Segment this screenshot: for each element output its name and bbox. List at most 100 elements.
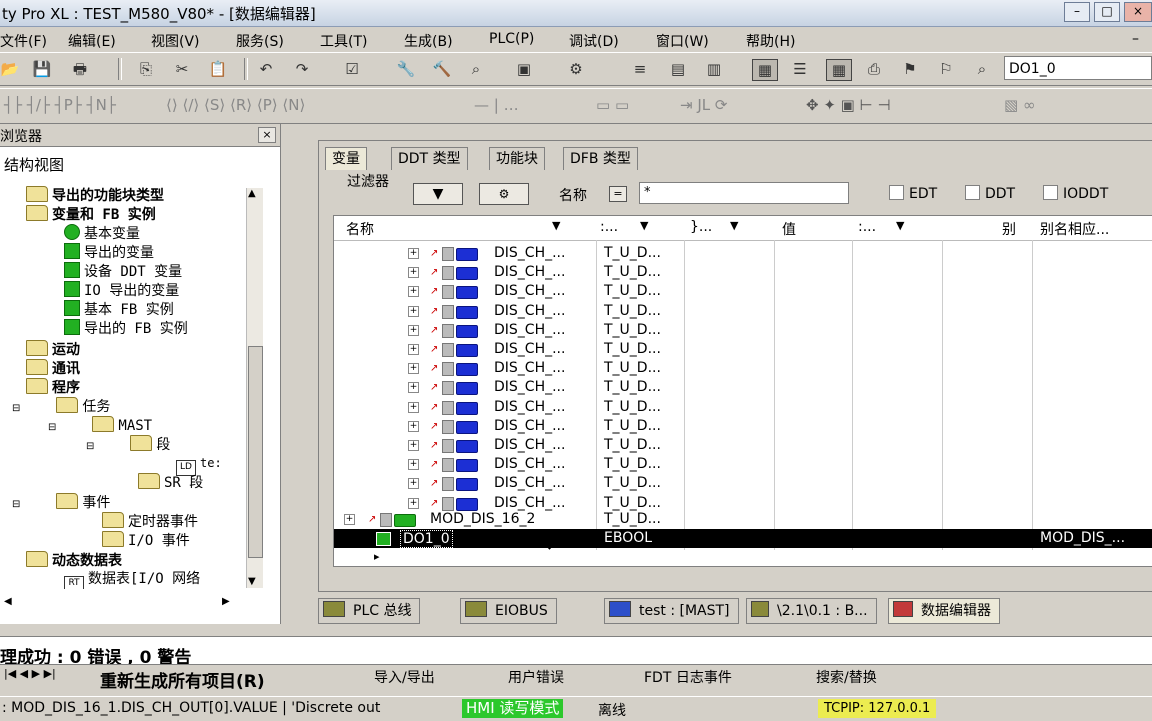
ddt-checkbox[interactable]: DDT xyxy=(965,185,1015,202)
tab-dfb-types[interactable]: DFB 类型 xyxy=(563,147,638,170)
copy-icon[interactable]: ⎘ xyxy=(136,59,156,79)
col-value[interactable]: 值 xyxy=(782,219,796,239)
list-icon[interactable]: ☰ xyxy=(790,59,810,79)
collapse-icon[interactable]: ⊟ xyxy=(86,441,94,452)
scroll-down-icon[interactable]: ▼ xyxy=(248,576,256,587)
mode-icons[interactable]: ✥ ✦ ▣ ⊢ ⊣ xyxy=(806,95,986,115)
col-alias[interactable]: 别 xyxy=(1002,219,1016,239)
search-tool-icon[interactable]: ⌕ xyxy=(466,59,486,79)
menu-debug[interactable]: 调试(D) xyxy=(569,31,619,51)
data-editor-icon[interactable]: ▦ xyxy=(752,59,778,81)
col-name[interactable]: 名称 xyxy=(346,219,374,239)
stack-icon[interactable]: ≡ xyxy=(630,59,650,79)
filter-funnel-button[interactable]: ▼ xyxy=(413,183,463,205)
table-row[interactable]: + ↗ DIS_CH_... T_U_D... xyxy=(334,417,1152,436)
table-row[interactable]: + ↗ DIS_CH_... T_U_D... xyxy=(334,282,1152,301)
open-icon[interactable]: 📂 xyxy=(0,59,20,79)
menu-file[interactable]: 文件(F) xyxy=(0,31,47,51)
tab-module[interactable]: \2.1\0.1 : B... xyxy=(746,598,877,624)
ioddt-checkbox[interactable]: IODDT xyxy=(1043,185,1108,202)
misc-icons[interactable]: ▧ ∞ xyxy=(1004,95,1068,115)
find-icon[interactable]: ⌕ xyxy=(972,59,992,79)
table-row[interactable]: + ↗ DIS_CH_... T_U_D... xyxy=(334,340,1152,359)
tree-item[interactable]: ⊟ 任务 xyxy=(12,397,110,416)
menu-window[interactable]: 窗口(W) xyxy=(656,31,709,51)
print-icon[interactable]: 🖶 xyxy=(70,59,90,79)
col-alias-of[interactable]: 别名相应... xyxy=(1040,219,1109,239)
tab-eiobus[interactable]: EIOBUS xyxy=(460,598,557,624)
plc-icon[interactable]: ⚙ xyxy=(566,59,586,79)
table-row[interactable]: + ↗ DIS_CH_... T_U_D... xyxy=(334,263,1152,282)
scroll-right-icon[interactable]: ▶ xyxy=(222,596,230,607)
filter-options-button[interactable]: ⚙ xyxy=(479,183,529,205)
tab-data-editor[interactable]: 数据编辑器 xyxy=(888,598,1000,624)
expand-icon[interactable]: + xyxy=(408,248,419,259)
name-filter-input[interactable]: * xyxy=(639,182,849,204)
maximize-button[interactable]: □ xyxy=(1094,2,1120,22)
contact-icons[interactable]: ┤├ ┤/├ ┤P├ ┤N├ xyxy=(4,95,144,115)
save-icon[interactable]: 💾 xyxy=(32,59,52,79)
col-comment[interactable]: :... xyxy=(858,219,876,235)
menu-help[interactable]: 帮助(H) xyxy=(746,31,795,51)
scroll-left-icon[interactable]: ◀ xyxy=(4,596,12,607)
tab-plc-bus[interactable]: PLC 总线 xyxy=(318,598,421,624)
expand-icon[interactable]: + xyxy=(408,324,419,336)
tree-item[interactable]: RT 数据表[I/O 网络 xyxy=(64,570,244,589)
table-row[interactable]: + ↗ DIS_CH_... T_U_D... xyxy=(334,359,1152,378)
analyze-icon[interactable]: ☑ xyxy=(342,59,362,79)
tab-user-errors[interactable]: 用户错误 xyxy=(508,667,564,687)
minimize-button[interactable]: – xyxy=(1064,2,1090,22)
rack2-icon[interactable]: ▥ xyxy=(704,59,724,79)
expand-icon[interactable]: + xyxy=(408,267,419,279)
collapse-icon[interactable]: ⊟ xyxy=(12,499,20,510)
browser-close-icon[interactable]: × xyxy=(258,127,276,143)
tree-item[interactable]: I/O 事件 xyxy=(102,531,190,550)
net2-icon[interactable]: ⚐ xyxy=(936,59,956,79)
tree-item[interactable]: 基本变量 xyxy=(64,224,140,243)
link-icons[interactable]: — | … xyxy=(474,95,584,115)
col-type[interactable]: :... xyxy=(600,219,618,235)
paste-icon[interactable]: 📋 xyxy=(208,59,228,79)
redo-icon[interactable]: ↷ xyxy=(292,59,312,79)
structure-view-label[interactable]: 结构视图 xyxy=(4,154,64,175)
expand-icon[interactable]: + xyxy=(408,420,419,432)
tree-item[interactable]: 定时器事件 xyxy=(102,512,198,531)
menu-tools[interactable]: 工具(T) xyxy=(320,31,367,51)
table-row[interactable]: + ↗ DIS_CH_... T_U_D... xyxy=(334,398,1152,417)
table-row[interactable]: + ↗ DIS_CH_... T_U_D... xyxy=(334,455,1152,474)
selected-row-do1[interactable]: DO1_0 EBOOL MOD_DIS_... xyxy=(334,529,1152,548)
menu-edit[interactable]: 编辑(E) xyxy=(68,31,116,51)
tab-ddt-types[interactable]: DDT 类型 xyxy=(391,147,468,170)
expand-icon[interactable]: + xyxy=(408,344,419,355)
table-row[interactable]: + ↗ DIS_CH_... T_U_D... xyxy=(334,474,1152,493)
coil-icons[interactable]: ⟨⟩ ⟨/⟩ ⟨S⟩ ⟨R⟩ ⟨P⟩ ⟨N⟩ xyxy=(166,95,426,115)
browser-scroll-thumb[interactable] xyxy=(248,346,263,558)
tree-item[interactable]: 导出的 FB 实例 xyxy=(64,319,188,338)
print2-icon[interactable]: ⎙ xyxy=(864,59,884,79)
mdi-minimize-icon[interactable]: – xyxy=(1132,31,1139,47)
network-icon[interactable]: ⚑ xyxy=(900,59,920,79)
expand-icon[interactable]: + xyxy=(408,363,419,375)
expand-icon[interactable]: + xyxy=(344,514,355,525)
tree-item[interactable]: ⊟ 段 xyxy=(86,435,170,454)
table-row[interactable]: + ↗ DIS_CH_... T_U_D... xyxy=(334,436,1152,455)
menu-plc[interactable]: PLC(P) xyxy=(489,31,534,47)
name-eq-button[interactable]: = xyxy=(609,186,627,202)
tree-item[interactable]: 设备 DDT 变量 xyxy=(64,262,182,281)
find-input[interactable]: DO1_0 xyxy=(1004,56,1152,80)
table-row[interactable]: + ↗ DIS_CH_... T_U_D... xyxy=(334,321,1152,340)
tab-import-export[interactable]: 导入/导出 xyxy=(374,667,435,687)
col-type-dropdown-icon[interactable]: ▼ xyxy=(640,219,648,232)
col-name-dropdown-icon[interactable]: ▼ xyxy=(552,219,560,232)
expand-icon[interactable]: + xyxy=(408,382,419,394)
tree-item[interactable]: 运动 xyxy=(26,340,80,359)
table-row[interactable]: + ↗ DIS_CH_... T_U_D... xyxy=(334,244,1152,263)
edt-checkbox[interactable]: EDT xyxy=(889,185,937,202)
scroll-up-icon[interactable]: ▲ xyxy=(248,188,256,199)
col-address-dropdown-icon[interactable]: ▼ xyxy=(730,219,738,232)
tree-item[interactable]: 导出的变量 xyxy=(64,243,154,262)
tab-function-blocks[interactable]: 功能块 xyxy=(489,147,545,170)
tree-item[interactable]: ⊟ 事件 xyxy=(12,493,110,512)
tree-item[interactable]: 通讯 xyxy=(26,359,80,378)
expand-icon[interactable]: + xyxy=(408,286,419,298)
